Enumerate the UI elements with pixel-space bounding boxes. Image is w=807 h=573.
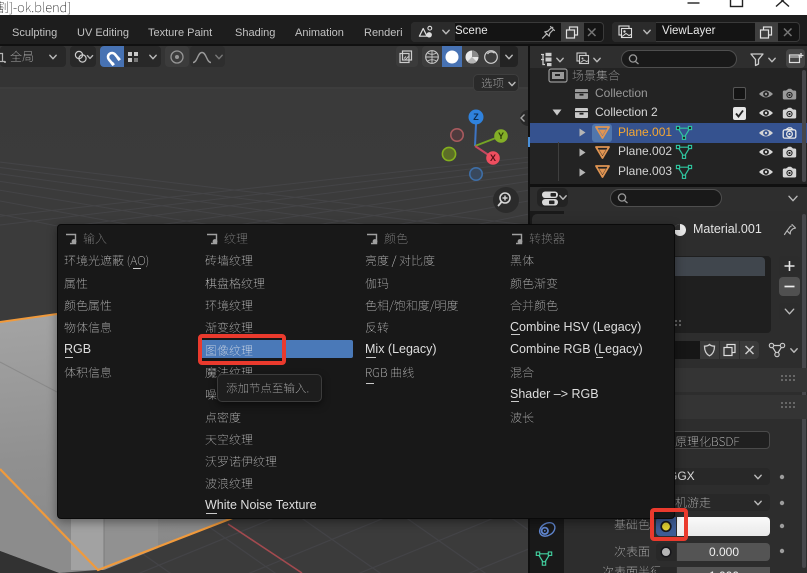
svg-text:X: X: [490, 153, 496, 163]
svg-text:Z: Z: [473, 112, 479, 122]
svg-text:Y: Y: [498, 131, 504, 141]
